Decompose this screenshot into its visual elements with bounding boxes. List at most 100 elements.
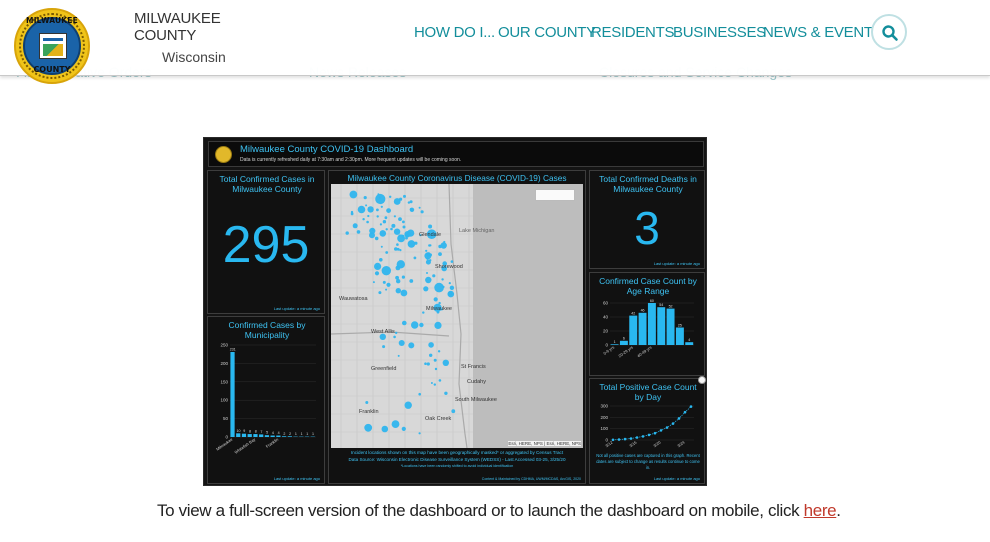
case-bubble xyxy=(433,297,438,302)
cursor-dot xyxy=(698,376,706,384)
nav-news-events[interactable]: NEWS & EVENTS xyxy=(763,24,883,41)
case-bubble xyxy=(424,362,427,365)
state-label: Wisconsin xyxy=(162,49,226,65)
case-bubble xyxy=(422,311,425,314)
bar xyxy=(666,308,675,345)
nav-our-county[interactable]: OUR COUNTY xyxy=(498,24,596,41)
case-bubble xyxy=(429,259,432,262)
case-bubble xyxy=(396,279,401,284)
case-bubble xyxy=(375,193,386,205)
bar xyxy=(282,436,287,437)
data-label: 25 xyxy=(678,323,682,327)
data-label: 2 xyxy=(283,432,285,436)
case-bubble xyxy=(376,215,379,218)
case-bubble xyxy=(398,217,402,221)
case-bubble xyxy=(407,240,416,248)
data-point xyxy=(659,429,663,432)
data-label: 2 xyxy=(289,432,291,436)
case-bubble xyxy=(397,234,405,243)
page: Administrative Orders News Releases Clos… xyxy=(0,0,990,542)
case-bubble xyxy=(440,242,447,249)
case-bubble xyxy=(362,218,365,221)
case-bubble xyxy=(395,331,398,335)
case-bubble xyxy=(426,272,428,274)
case-bubble xyxy=(397,354,400,357)
total-cases-title: Total Confirmed Cases in Milwaukee Count… xyxy=(219,174,315,194)
site-title[interactable]: MILWAUKEE COUNTY Wisconsin xyxy=(134,10,274,65)
covid-dashboard-image[interactable]: Milwaukee County COVID-19 Dashboard Data… xyxy=(203,137,707,486)
last-update: Last update: a minute ago xyxy=(653,476,700,481)
case-bubble xyxy=(409,279,414,283)
bar xyxy=(287,436,292,437)
bar xyxy=(685,342,694,345)
case-bubble xyxy=(413,256,417,260)
case-bubble xyxy=(364,423,373,432)
case-bubble xyxy=(385,288,388,291)
case-bubble xyxy=(378,196,381,199)
case-bubble xyxy=(389,195,392,198)
case-bubble xyxy=(402,220,405,224)
map-credit: Content & Maintained by CDHMA, UWM/MCDAS… xyxy=(481,477,581,481)
nav-businesses[interactable]: BUSINESSES xyxy=(673,24,766,41)
case-bubble xyxy=(382,220,387,224)
case-bubble xyxy=(372,281,375,284)
age-chart: 02040601642466054 522540-9 yrs 20-29 yrs 40… xyxy=(602,299,694,358)
y-tick-label: 250 xyxy=(220,343,228,348)
case-bubble xyxy=(425,249,428,252)
bar xyxy=(230,351,235,437)
data-label: 1 xyxy=(306,432,308,436)
nav-how-do-i[interactable]: HOW DO I... xyxy=(414,24,495,41)
place-wauwatosa: Wauwatosa xyxy=(339,296,368,302)
case-bubble xyxy=(433,383,436,386)
logo-top-text: MILWAUKEE xyxy=(26,16,78,25)
data-label: 46 xyxy=(641,309,645,313)
case-bubble xyxy=(420,210,424,214)
place-west-allis: West Allis xyxy=(371,329,395,335)
search-button[interactable] xyxy=(871,14,907,50)
case-bubble xyxy=(400,289,408,297)
case-bubble xyxy=(432,274,436,278)
nav-residents[interactable]: RESIDENTS xyxy=(591,24,674,41)
y-tick-label: 200 xyxy=(600,415,608,420)
municipality-chart: 05010015020025023110 9 8 8 7 5 4 4 2 2 1 1 1 1Milwauk… xyxy=(215,343,316,455)
place-st-francis: St Francis xyxy=(461,364,486,370)
case-bubble xyxy=(425,276,432,284)
case-bubble xyxy=(414,241,418,245)
caption-here-link[interactable]: here xyxy=(804,501,837,520)
case-bubble xyxy=(444,391,448,395)
map-panel: Milwaukee County Coronavirus Disease (CO… xyxy=(328,170,586,484)
place-shorewood: Shorewood xyxy=(435,264,463,270)
x-tick-label: 3/20 xyxy=(652,439,662,448)
case-bubble xyxy=(379,258,383,262)
bar xyxy=(270,435,275,437)
place-oak-creek: Oak Creek xyxy=(425,416,452,422)
case-bubble xyxy=(378,291,382,295)
case-bubble xyxy=(450,260,454,263)
bar xyxy=(675,327,684,345)
data-point xyxy=(623,437,627,441)
case-bubble xyxy=(438,379,442,382)
county-seal-logo[interactable]: MILWAUKEE COUNTY xyxy=(14,8,90,84)
bar xyxy=(657,307,666,345)
case-bubble xyxy=(409,207,413,211)
case-bubble xyxy=(407,201,411,204)
map-tools[interactable] xyxy=(535,189,575,201)
case-map[interactable]: Wauwatosa Milwaukee West Allis Greenfiel… xyxy=(331,184,583,448)
dashboard-header: Milwaukee County COVID-19 Dashboard Data… xyxy=(208,141,704,167)
logo-emblem-icon xyxy=(39,33,67,59)
case-bubble xyxy=(395,288,401,294)
bar xyxy=(619,340,628,345)
data-label: 6 xyxy=(623,337,625,341)
data-label: 1 xyxy=(614,340,616,344)
case-bubble xyxy=(411,321,419,329)
data-point xyxy=(671,422,675,425)
case-bubble xyxy=(385,251,389,254)
case-bubble xyxy=(382,280,386,284)
case-bubble xyxy=(438,301,441,305)
caption-end: . xyxy=(836,501,841,520)
case-bubble xyxy=(434,282,444,293)
case-bubble xyxy=(418,432,421,435)
case-bubble xyxy=(401,275,405,279)
data-point xyxy=(653,431,657,435)
daily-chart: 01002003003/12 3/16 3/20 3/24 xyxy=(600,404,694,448)
